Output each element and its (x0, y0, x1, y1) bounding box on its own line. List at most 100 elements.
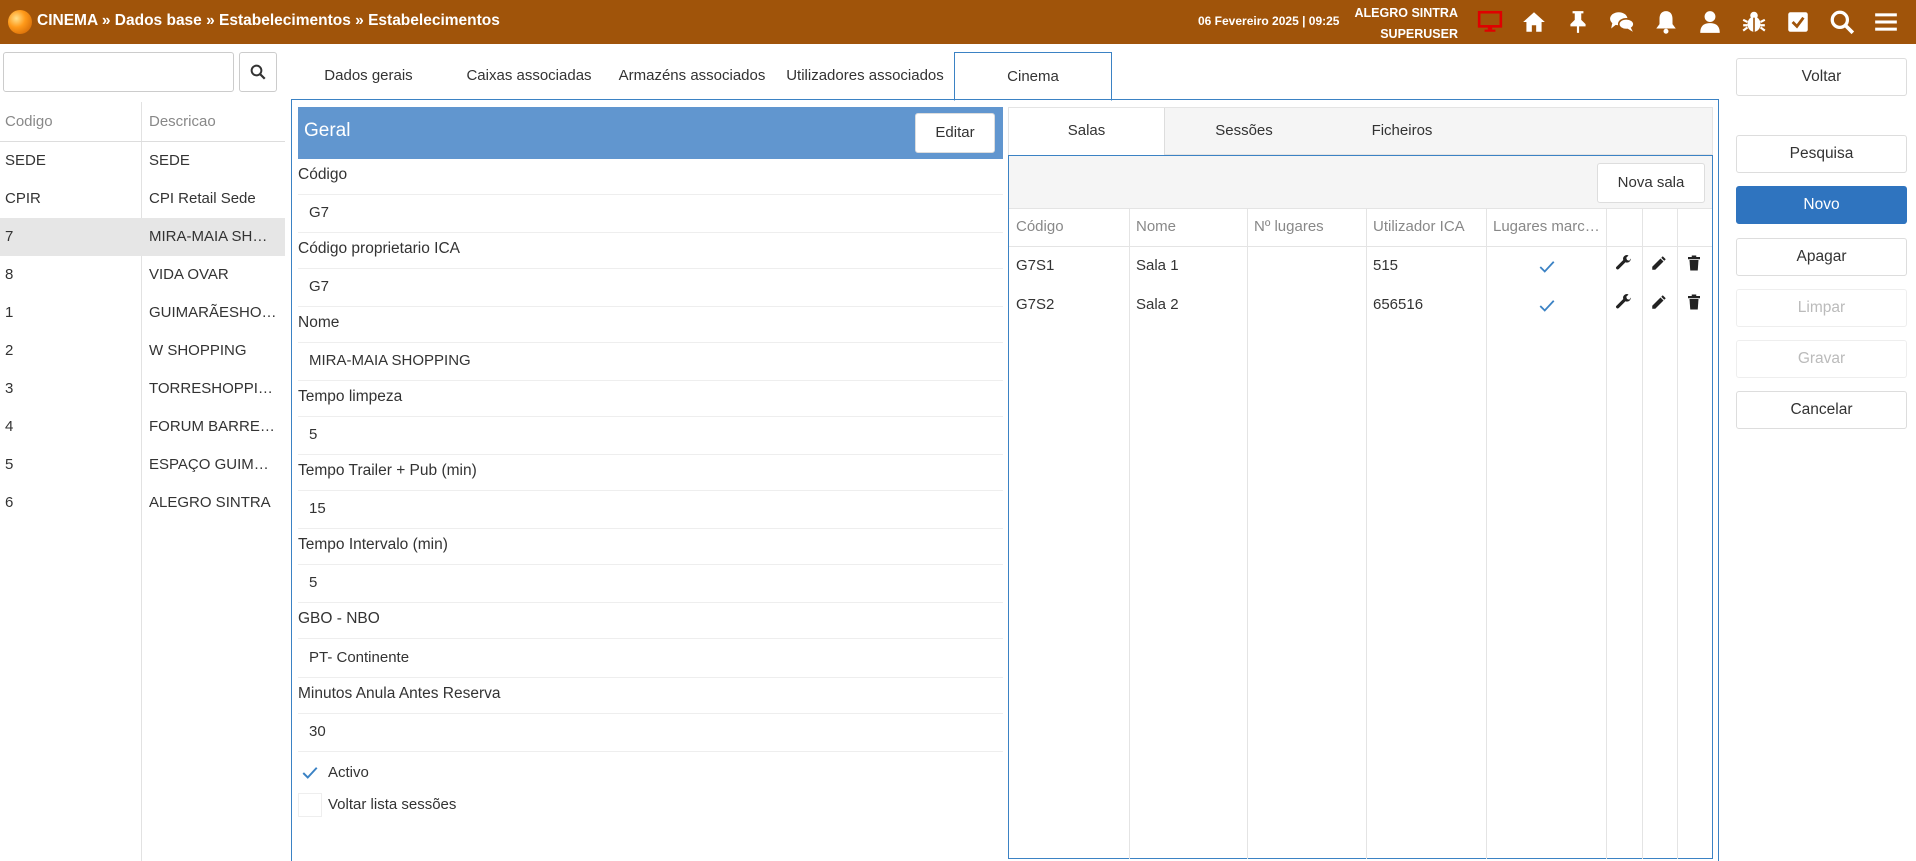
home-icon[interactable] (1520, 8, 1548, 36)
row-code: CPIR (5, 190, 41, 207)
voltar-button[interactable]: Voltar (1736, 58, 1907, 96)
field-value-codigo[interactable]: G7 (309, 204, 329, 221)
cell-utilizador-ica: 656516 (1373, 296, 1424, 313)
list-row-selected[interactable]: 7 MIRA-MAIA SHOPPING (0, 218, 285, 256)
list-row[interactable]: 6 ALEGRO SINTRA (0, 484, 285, 522)
tab-armazens-associados[interactable]: Armazéns associados (611, 52, 773, 100)
table-divider (1677, 208, 1678, 859)
tab-cinema[interactable]: Cinema (954, 52, 1112, 101)
trash-icon[interactable] (1683, 252, 1705, 274)
section-title: Geral (304, 120, 351, 141)
column-header-lugares-marcados[interactable]: Lugares marcados (1486, 208, 1606, 246)
cell-nome: Sala 1 (1136, 257, 1179, 274)
nova-sala-button[interactable]: Nova sala (1597, 163, 1705, 203)
row-code: 3 (5, 380, 14, 397)
field-value-nome[interactable]: MIRA-MAIA SHOPPING (309, 352, 471, 369)
row-description: GUIMARÃESHOPPING (149, 304, 277, 321)
list-row[interactable]: CPIR CPI Retail Sede (0, 180, 285, 218)
list-row[interactable]: SEDE SEDE (0, 142, 285, 180)
row-description: VIDA OVAR (149, 266, 229, 283)
field-label-codigo: Código (298, 166, 348, 183)
row-code: 6 (5, 494, 14, 511)
field-divider (298, 713, 1003, 714)
list-row[interactable]: 8 VIDA OVAR (0, 256, 285, 294)
app-logo[interactable] (8, 10, 32, 34)
field-divider (298, 490, 1003, 491)
field-value-gbo-nbo[interactable]: PT- Continente (309, 649, 409, 666)
column-header-nome[interactable]: Nome (1129, 208, 1247, 246)
column-header-codigo[interactable]: Código (1009, 208, 1129, 246)
salas-panel (1008, 155, 1713, 859)
field-divider (298, 638, 1003, 639)
pesquisa-button[interactable]: Pesquisa (1736, 135, 1907, 173)
search-icon[interactable] (1828, 8, 1856, 36)
cell-utilizador-ica: 515 (1373, 257, 1399, 274)
limpar-button[interactable]: Limpar (1736, 289, 1907, 327)
pencil-icon[interactable] (1648, 291, 1670, 313)
menu-icon[interactable] (1872, 8, 1900, 36)
check-icon (1536, 256, 1558, 278)
voltar-lista-sessoes-checkbox[interactable] (298, 793, 322, 817)
sub-tabs: Salas Sessões Ficheiros (1008, 107, 1713, 155)
column-header-code[interactable]: Codigo (5, 102, 53, 142)
field-value-tempo-intervalo[interactable]: 5 (309, 574, 317, 591)
field-divider (298, 751, 1003, 752)
bug-icon[interactable] (1740, 8, 1768, 36)
row-description: TORRESHOPPING (149, 380, 277, 397)
row-description: W SHOPPING (149, 342, 247, 359)
geral-header: Geral Editar (298, 107, 1003, 159)
subtab-sessoes[interactable]: Sessões (1165, 108, 1323, 154)
wrench-icon[interactable] (1613, 291, 1635, 313)
novo-button[interactable]: Novo (1736, 186, 1907, 224)
field-value-codigo-ica[interactable]: G7 (309, 278, 329, 295)
cell-lugares (1247, 286, 1254, 324)
check-icon (1536, 295, 1558, 317)
field-divider (298, 528, 1003, 529)
field-value-tempo-limpeza[interactable]: 5 (309, 426, 317, 443)
wrench-icon[interactable] (1613, 252, 1635, 274)
field-divider (298, 306, 1003, 307)
user-info[interactable]: ALEGRO SINTRA SUPERUSER (1340, 3, 1458, 45)
search-icon (250, 64, 266, 80)
bell-icon[interactable] (1652, 8, 1680, 36)
row-code: 2 (5, 342, 14, 359)
activo-checkbox[interactable] (298, 761, 322, 785)
pencil-icon[interactable] (1648, 252, 1670, 274)
chat-icon[interactable] (1608, 8, 1636, 36)
field-value-minutos-anula[interactable]: 30 (309, 723, 326, 740)
field-divider (298, 564, 1003, 565)
cancelar-button[interactable]: Cancelar (1736, 391, 1907, 429)
pin-icon[interactable] (1564, 8, 1592, 36)
gravar-button[interactable]: Gravar (1736, 340, 1907, 378)
subtab-salas[interactable]: Salas (1009, 108, 1165, 155)
tab-utilizadores-associados[interactable]: Utilizadores associados (776, 52, 954, 100)
list-row[interactable]: 2 W SHOPPING (0, 332, 285, 370)
edit-button[interactable]: Editar (915, 113, 995, 153)
cell-nome: Sala 2 (1136, 296, 1179, 313)
column-header-description[interactable]: Descricao (149, 102, 277, 142)
apagar-button[interactable]: Apagar (1736, 238, 1907, 276)
tab-caixas-associadas[interactable]: Caixas associadas (449, 52, 609, 100)
list-row[interactable]: 1 GUIMARÃESHOPPING (0, 294, 285, 332)
subtab-ficheiros[interactable]: Ficheiros (1323, 108, 1481, 154)
search-input[interactable] (3, 52, 234, 92)
list-row[interactable]: 5 ESPAÇO GUIMARÃES (0, 446, 285, 484)
list-row[interactable]: 4 FORUM BARREIRO (0, 408, 285, 446)
field-divider (298, 454, 1003, 455)
user-icon[interactable] (1696, 8, 1724, 36)
row-description: SEDE (149, 152, 190, 169)
field-divider (298, 194, 1003, 195)
check-icon (302, 767, 318, 779)
monitor-icon[interactable] (1476, 8, 1504, 36)
list-row[interactable]: 3 TORRESHOPPING (0, 370, 285, 408)
checkbox-icon[interactable] (1784, 8, 1812, 36)
column-header-lugares[interactable]: Nº lugares (1247, 208, 1366, 246)
row-description: ALEGRO SINTRA (149, 494, 271, 511)
field-value-tempo-trailer[interactable]: 15 (309, 500, 326, 517)
column-header-utilizador-ica[interactable]: Utilizador ICA (1366, 208, 1486, 246)
row-description: ESPAÇO GUIMARÃES (149, 456, 277, 473)
tab-dados-gerais[interactable]: Dados gerais (291, 52, 446, 100)
search-button[interactable] (239, 52, 277, 92)
cell-codigo: G7S2 (1016, 296, 1055, 313)
trash-icon[interactable] (1683, 291, 1705, 313)
